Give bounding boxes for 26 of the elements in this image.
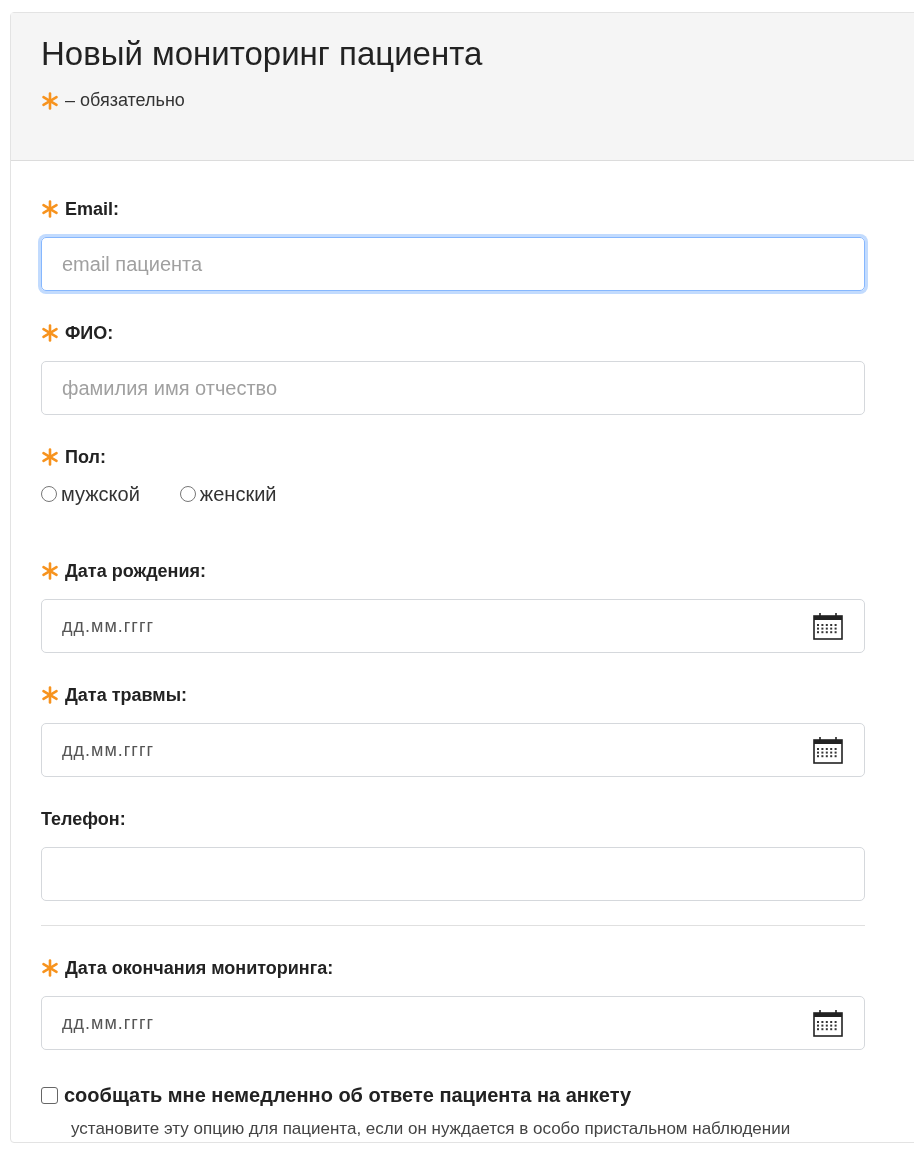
radio-icon[interactable] bbox=[41, 486, 57, 502]
date-field[interactable]: дд.мм.гггг bbox=[41, 723, 865, 777]
field-label: ФИО: bbox=[65, 321, 114, 345]
text-field[interactable] bbox=[41, 847, 865, 901]
date-field[interactable]: дд.мм.гггг bbox=[41, 996, 865, 1050]
text-field[interactable]: фамилия имя отчество bbox=[41, 361, 865, 415]
radio-option[interactable]: женский bbox=[179, 479, 277, 509]
field-label: Пол: bbox=[65, 445, 106, 469]
calendar-icon[interactable] bbox=[812, 612, 844, 640]
form-title: Новый мониторинг пациента bbox=[41, 35, 484, 73]
checkbox[interactable] bbox=[41, 1086, 58, 1104]
field-label: Телефон: bbox=[41, 807, 126, 831]
field-label: Дата рождения: bbox=[65, 559, 207, 583]
required-icon bbox=[41, 91, 59, 110]
radio-icon[interactable] bbox=[179, 486, 196, 502]
radio-option[interactable]: мужской bbox=[41, 479, 140, 509]
field-label: Дата окончания мониторинга: bbox=[65, 956, 334, 980]
required-note: – обязательно bbox=[65, 89, 185, 112]
field-label: Email: bbox=[65, 197, 120, 221]
field-label: Дата травмы: bbox=[65, 683, 187, 707]
checkbox-label: сообщать мне немедленно об ответе пациента на анкету bbox=[64, 1083, 632, 1108]
calendar-icon[interactable] bbox=[812, 736, 844, 764]
help-text: установите эту опцию для пациента, если он нуждается в особо пристальном наблюдении bbox=[71, 1118, 792, 1140]
date-field[interactable]: дд.мм.гггг bbox=[41, 599, 865, 653]
calendar-icon[interactable] bbox=[812, 1009, 844, 1037]
text-field[interactable]: email пациента bbox=[41, 237, 865, 291]
